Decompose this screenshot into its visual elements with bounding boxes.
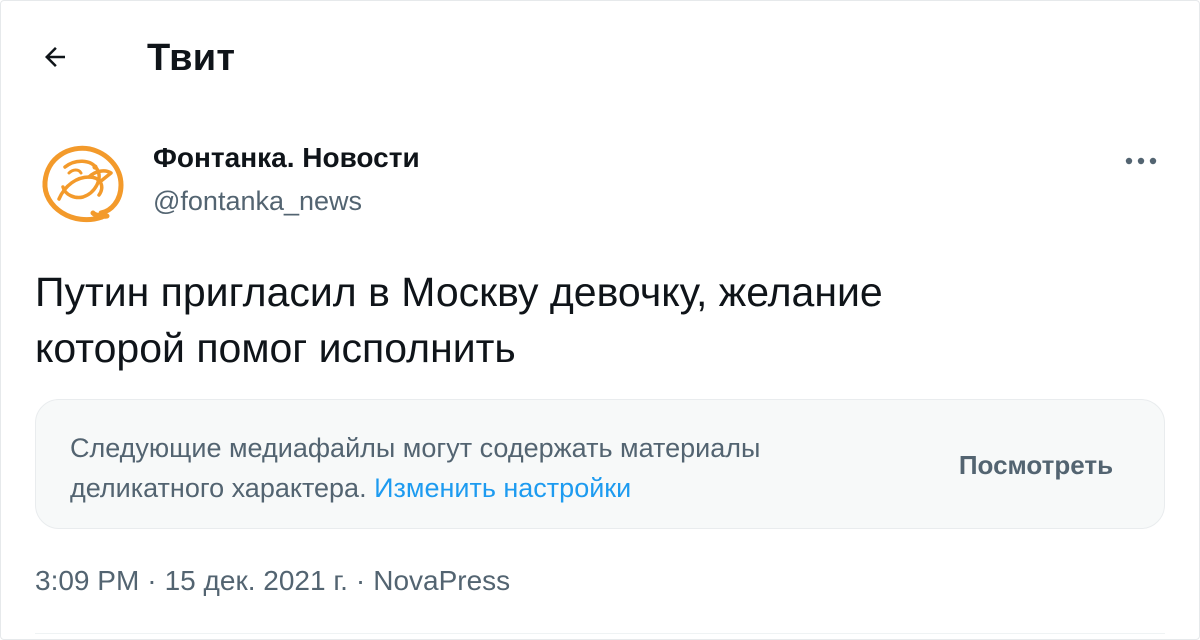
- tweet-meta: 3:09 PM · 15 дек. 2021 г. · NovaPress: [35, 565, 510, 597]
- arrow-left-icon: [45, 47, 65, 67]
- author-name[interactable]: Фонтанка. Новости: [153, 142, 420, 174]
- divider: [35, 633, 1165, 634]
- change-settings-link[interactable]: Изменить настройки: [374, 473, 631, 503]
- more-options-button[interactable]: [1119, 141, 1163, 181]
- tweet-date[interactable]: 15 дек. 2021 г.: [165, 565, 348, 596]
- avatar[interactable]: [35, 137, 131, 233]
- more-dots-icon: [1125, 157, 1157, 165]
- tweet-source: NovaPress: [373, 565, 511, 596]
- page-header: Твит: [1, 23, 1200, 93]
- fontanka-bird-logo-icon: [42, 145, 124, 223]
- tweet-page: Твит Фонтанка. Новости @fontanka_news Пу…: [0, 0, 1200, 640]
- sensitive-media-notice: Следующие медиафайлы могут содержать мат…: [35, 399, 1165, 529]
- view-media-button[interactable]: Посмотреть: [926, 440, 1146, 490]
- author-handle[interactable]: @fontanka_news: [153, 186, 362, 217]
- back-button[interactable]: [31, 33, 79, 81]
- meta-separator: ·: [147, 565, 157, 596]
- tweet-time[interactable]: 3:09 PM: [35, 565, 139, 596]
- sensitive-notice-text: Следующие медиафайлы могут содержать мат…: [70, 428, 890, 508]
- tweet-text: Путин пригласил в Москву девочку, желани…: [35, 269, 883, 371]
- meta-separator: ·: [355, 565, 366, 596]
- page-title: Твит: [147, 37, 236, 79]
